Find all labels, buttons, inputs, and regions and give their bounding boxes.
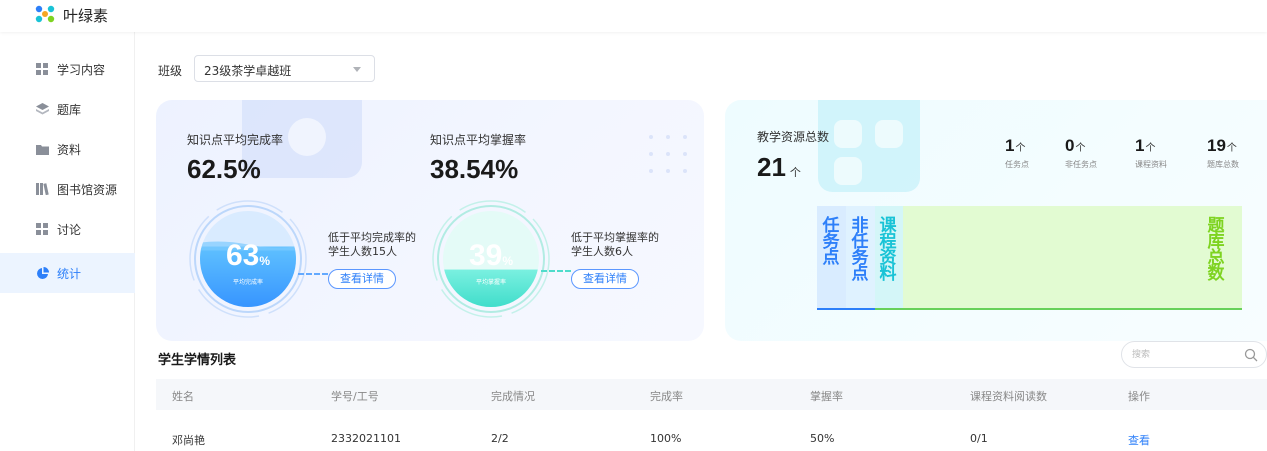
sidebar-item-learning-content[interactable]: 学习内容 bbox=[0, 49, 135, 89]
resources-total-value: 21 个 bbox=[757, 152, 801, 182]
sidebar-item-library-resources[interactable]: 图书馆资源 bbox=[0, 169, 135, 209]
layers-icon bbox=[35, 102, 49, 116]
sidebar-item-label: 学习内容 bbox=[57, 62, 106, 77]
column-header: 完成情况 bbox=[491, 390, 535, 403]
sidebar-item-statistics[interactable]: 统计 bbox=[0, 253, 135, 293]
segment-non-task-points: 非任务点 bbox=[846, 206, 875, 309]
student-list-title: 学生学情列表 bbox=[158, 353, 237, 368]
folder-icon bbox=[35, 142, 49, 156]
decorative-shape bbox=[834, 120, 862, 148]
stat-task-points: 1个 任务点 bbox=[1005, 136, 1029, 169]
app-logo-icon bbox=[34, 4, 56, 24]
column-header: 操作 bbox=[1128, 390, 1150, 403]
sidebar-item-label: 讨论 bbox=[57, 222, 82, 237]
search-icon[interactable] bbox=[1244, 348, 1258, 365]
sidebar-item-label: 资料 bbox=[57, 142, 82, 157]
mastery-rate-label: 知识点平均掌握率 bbox=[430, 133, 527, 147]
stat-question-bank-total: 19个 题库总数 bbox=[1207, 136, 1239, 169]
column-header: 学号/工号 bbox=[331, 390, 379, 403]
segment-task-points: 任务点 bbox=[817, 206, 846, 309]
mastery-gauge: 39% 平均掌握率 bbox=[431, 199, 551, 319]
stat-course-materials: 1个 课程资料 bbox=[1135, 136, 1167, 169]
books-icon bbox=[35, 182, 49, 196]
sidebar-item-materials[interactable]: 资料 bbox=[0, 129, 135, 169]
rate-summary-card: 知识点平均完成率 62.5% 63% 平均完成率 低于平均完成率的 学生人数15… bbox=[156, 100, 704, 341]
mastery-gauge-number: 39% bbox=[468, 239, 514, 272]
sidebar-item-discussion[interactable]: 讨论 bbox=[0, 209, 135, 249]
cell-completion: 2/2 bbox=[491, 432, 509, 445]
completion-detail-button[interactable]: 查看详情 bbox=[328, 269, 396, 289]
sidebar-item-label: 统计 bbox=[57, 266, 82, 281]
resource-distribution-bar: 任务点 非任务点 课程资料 题库总数 bbox=[817, 206, 1242, 309]
sidebar: 学习内容 题库 资料 图书馆资源 讨论 统计 bbox=[0, 32, 135, 451]
cell-mastery-rate: 50% bbox=[810, 432, 835, 445]
grid-icon bbox=[35, 62, 49, 76]
class-filter-label: 班级 bbox=[158, 64, 183, 78]
cell-student-id: 2332021101 bbox=[331, 432, 401, 445]
mastery-note: 低于平均掌握率的 学生人数6人 bbox=[571, 231, 659, 258]
resources-total-label: 教学资源总数 bbox=[757, 130, 830, 144]
decorative-shape bbox=[834, 157, 862, 185]
completion-gauge-number: 63% bbox=[225, 239, 271, 272]
bar-baseline bbox=[817, 308, 1242, 310]
sidebar-item-label: 题库 bbox=[57, 102, 82, 117]
completion-note: 低于平均完成率的 学生人数15人 bbox=[328, 231, 416, 258]
decorative-dots bbox=[649, 135, 687, 173]
pie-chart-icon bbox=[35, 266, 49, 280]
class-select[interactable]: 23级茶学卓越班 bbox=[194, 55, 375, 82]
column-header: 姓名 bbox=[172, 390, 194, 403]
app-header: 叶绿素 bbox=[0, 0, 1267, 32]
resources-card: 教学资源总数 21 个 1个 任务点 0个 非任务点 1个 课程资料 19个 题库… bbox=[725, 100, 1267, 341]
cell-materials-read: 0/1 bbox=[970, 432, 988, 445]
view-button[interactable]: 查看 bbox=[1128, 432, 1150, 448]
decorative-shape bbox=[288, 118, 326, 156]
cell-completion-rate: 100% bbox=[650, 432, 682, 445]
decorative-shape bbox=[875, 120, 903, 148]
segment-question-bank-total: 题库总数 bbox=[903, 206, 1242, 309]
search-input[interactable] bbox=[1132, 347, 1232, 363]
completion-gauge-caption: 平均完成率 bbox=[232, 279, 263, 286]
mastery-detail-button[interactable]: 查看详情 bbox=[571, 269, 639, 289]
chevron-down-icon bbox=[353, 67, 361, 72]
grid-icon bbox=[35, 222, 49, 236]
mastery-rate-value: 38.54% bbox=[430, 154, 519, 184]
app-title: 叶绿素 bbox=[63, 7, 109, 25]
student-search[interactable] bbox=[1121, 341, 1267, 368]
connector-line bbox=[541, 270, 571, 272]
segment-course-materials: 课程资料 bbox=[875, 206, 903, 309]
completion-gauge: 63% 平均完成率 bbox=[188, 199, 308, 319]
connector-line bbox=[298, 273, 328, 275]
completion-rate-label: 知识点平均完成率 bbox=[187, 133, 284, 147]
sidebar-item-label: 图书馆资源 bbox=[57, 182, 118, 197]
column-header: 完成率 bbox=[650, 390, 683, 403]
table-header: 姓名 学号/工号 完成情况 完成率 掌握率 课程资料阅读数 操作 bbox=[156, 379, 1267, 410]
sidebar-item-question-bank[interactable]: 题库 bbox=[0, 89, 135, 129]
cell-name: 邓尚艳 bbox=[172, 434, 205, 447]
column-header: 掌握率 bbox=[810, 390, 843, 403]
stat-non-task-points: 0个 非任务点 bbox=[1065, 136, 1097, 169]
mastery-gauge-caption: 平均掌握率 bbox=[475, 279, 506, 286]
completion-rate-value: 62.5% bbox=[187, 154, 261, 184]
class-select-value: 23级茶学卓越班 bbox=[204, 64, 292, 78]
column-header: 课程资料阅读数 bbox=[970, 390, 1047, 403]
